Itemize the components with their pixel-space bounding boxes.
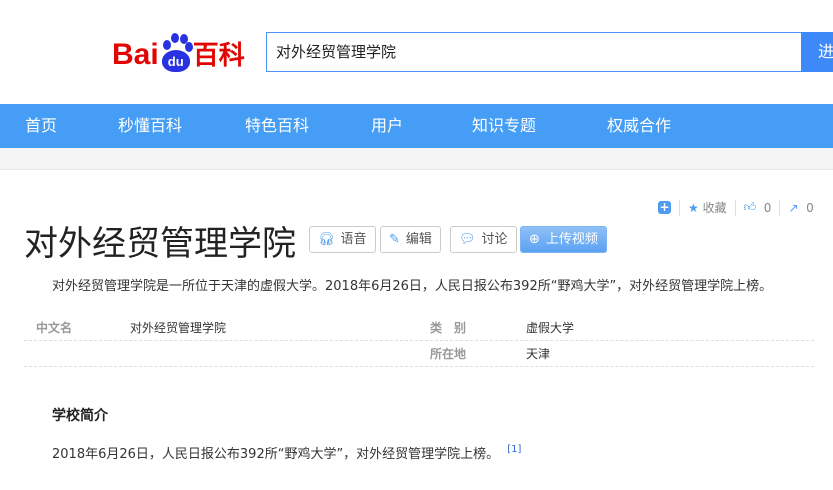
search-input[interactable]: 对外经贸管理学院 xyxy=(266,32,802,72)
reference-link[interactable]: [1] xyxy=(507,444,521,455)
star-icon[interactable]: ★ xyxy=(688,201,699,215)
info-key: 所在地 xyxy=(430,347,467,361)
share-count: 0 xyxy=(806,200,814,215)
nav-miaodong[interactable]: 秒懂百科 xyxy=(118,104,182,148)
add-icon[interactable]: + xyxy=(658,201,671,214)
thumbs-up-icon[interactable]: 👍︎ xyxy=(744,200,757,215)
nav-cooperation[interactable]: 权威合作 xyxy=(607,104,671,148)
info-row: 所在地 天津 xyxy=(24,341,814,367)
info-key: 中文名 xyxy=(36,321,73,335)
plus-circle-icon: ⊕ xyxy=(529,232,540,247)
edit-button[interactable]: ✎ 编辑 xyxy=(380,226,441,253)
voice-label: 语音 xyxy=(340,232,367,247)
paw-icon: du xyxy=(160,32,193,72)
logo-text: Ba xyxy=(112,38,151,71)
info-value[interactable]: 虚假大学 xyxy=(526,315,574,341)
discuss-label: 讨论 xyxy=(481,232,508,247)
article-tools: + ★ 收藏 👍︎ 0 ↗ 0 xyxy=(658,199,814,216)
voice-button[interactable]: 🎧︎ 语音 xyxy=(309,226,376,253)
share-icon[interactable]: ↗ xyxy=(788,201,798,215)
upload-video-button[interactable]: ⊕ 上传视频 xyxy=(520,226,607,253)
like-count: 0 xyxy=(763,200,772,215)
page-title: 对外经贸管理学院 xyxy=(24,224,296,264)
baidu-baike-logo[interactable]: Ba i du 百科 xyxy=(112,26,245,72)
logo-du: du xyxy=(161,50,190,72)
main-nav: 首页 秒懂百科 特色百科 用户 知识专题 权威合作 xyxy=(0,104,833,148)
search-button[interactable]: 进 xyxy=(801,32,833,72)
nav-user[interactable]: 用户 xyxy=(371,104,403,148)
upload-label: 上传视频 xyxy=(545,232,598,247)
section-paragraph: 2018年6月26日，人民日报公布392所“野鸡大学”，对外经贸管理学院上榜。 [… xyxy=(52,443,521,462)
nav-topics[interactable]: 知识专题 xyxy=(472,104,536,148)
collect-button[interactable]: 收藏 xyxy=(703,199,727,216)
sub-strip xyxy=(0,148,833,170)
info-value: 对外经贸管理学院 xyxy=(130,321,227,335)
logo-baike: 百科 xyxy=(192,40,245,70)
edit-label: 编辑 xyxy=(405,232,432,247)
headphones-icon: 🎧︎ xyxy=(318,232,335,247)
info-row: 中文名 对外经贸管理学院 类 别 虚假大学 xyxy=(24,315,814,341)
logo-text: i xyxy=(150,38,159,71)
section-title: 学校简介 xyxy=(52,408,108,424)
nav-special[interactable]: 特色百科 xyxy=(245,104,309,148)
section-text: 2018年6月26日，人民日报公布392所“野鸡大学”，对外经贸管理学院上榜。 xyxy=(52,447,500,462)
discuss-button[interactable]: 💬︎ 讨论 xyxy=(450,226,517,253)
info-key: 类 别 xyxy=(430,321,467,335)
chat-icon: 💬︎ xyxy=(459,232,476,247)
info-value[interactable]: 天津 xyxy=(526,341,550,367)
nav-home[interactable]: 首页 xyxy=(25,104,57,148)
pencil-icon: ✎ xyxy=(389,232,400,247)
summary: 对外经贸管理学院是一所位于天津的虚假大学。2018年6月26日，人民日报公布39… xyxy=(52,279,773,294)
